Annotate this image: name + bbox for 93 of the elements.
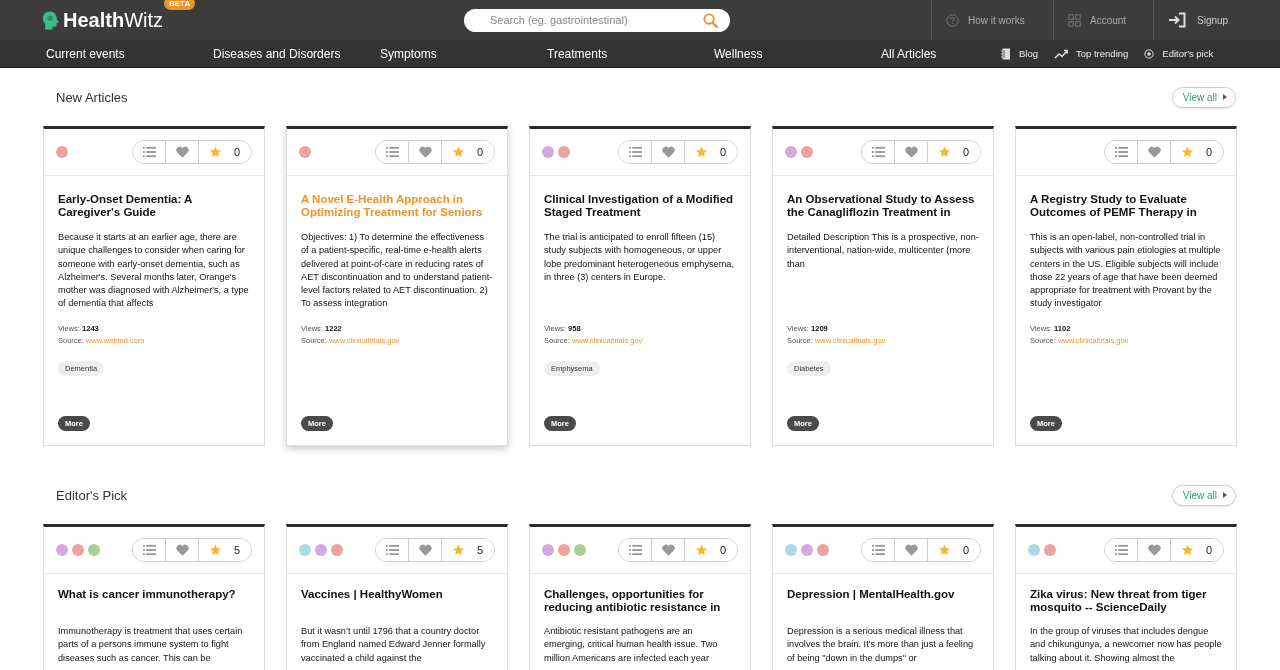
caret-icon [1223, 94, 1227, 100]
grid-icon [1068, 13, 1081, 27]
article-excerpt: Detailed Description This is a prospective, non-interventional, nation-wide, multicenter (more than [787, 231, 979, 271]
list-button[interactable] [133, 539, 166, 561]
list-icon [871, 146, 885, 158]
heart-icon [1147, 544, 1161, 556]
star-icon [209, 146, 222, 158]
article-card[interactable]: 5 What is cancer immunotherapy? Immunotherapy is treatment that uses certain parts of a persons immune system to fight diseases such as cancer. This can be [43, 524, 265, 670]
list-icon [1114, 544, 1128, 556]
article-excerpt: Depression is a serious medical illness that involves the brain. It's more than just a feeling of being "down in the dumps" or [787, 625, 975, 665]
star-icon [938, 146, 951, 158]
list-icon [1114, 146, 1128, 158]
list-icon [142, 544, 156, 556]
article-card[interactable]: 0 Zika virus: New threat from tiger mosquito -- ScienceDaily In the group of viruses that includes dengue and chikungunya, a newcomer now has people talking about it. Showing almost the [1015, 524, 1237, 670]
article-excerpt: This is an open-label, non-controlled trial in subjects with various pain etiologies at multiple centers in the US. Eligible subjects will include those 22 years of age that have been deemed appropriate for treatment with Provant by the study investigator [1030, 231, 1222, 311]
search-icon[interactable] [703, 12, 718, 28]
section-title: Editor's Pick [56, 487, 128, 503]
list-icon [385, 544, 399, 556]
article-title[interactable]: An Observational Study to Assess the Canagliflozin Treatment in [787, 193, 979, 225]
article-title[interactable]: Challenges, opportunities for reducing antibiotic resistance in [544, 588, 736, 619]
list-button[interactable] [133, 141, 166, 163]
article-excerpt: Immunotherapy is treatment that uses certain parts of a persons immune system to fight diseases such as cancer. This can be [58, 625, 244, 665]
article-excerpt: But it wasn’t until 1796 that a country doctor from England named Edward Jenner formally vaccinated a child against the [301, 625, 487, 665]
list-icon [628, 146, 642, 158]
nav-link[interactable]: Blog [1001, 47, 1038, 60]
nav-link[interactable]: Wellness [714, 46, 881, 61]
star-icon [695, 544, 708, 556]
nav-link[interactable]: Diseases and Disorders [213, 46, 380, 61]
list-icon [142, 146, 156, 158]
heart-icon [661, 146, 675, 158]
list-button[interactable] [619, 141, 652, 163]
article-title[interactable]: Zika virus: New threat from tiger mosquito -- ScienceDaily [1030, 588, 1222, 619]
article-excerpt: In the group of viruses that includes dengue and chikungunya, a newcomer now has people talking about it. Showing almost the [1030, 625, 1222, 665]
star-icon [938, 544, 951, 556]
article-excerpt: Because it starts at an earlier age, there are unique challenges to consider when caring for someone with early-onset dementia, such as Alzheimer's. Several months later, Orange's mother was diagnosed with Alzheimer's, a type of dementia that affects [58, 231, 250, 311]
article-card[interactable]: 5 Vaccines | HealthyWomen But it wasn’t until 1796 that a country doctor from England named Edward Jenner formally vaccinated a child against the [286, 524, 508, 670]
article-card[interactable] [43, 126, 265, 446]
star-icon [1181, 146, 1194, 158]
notebook-icon [1001, 47, 1011, 60]
nav-link[interactable]: Editor's pick [1144, 47, 1214, 60]
list-button[interactable] [1105, 539, 1138, 561]
article-card[interactable] [772, 126, 994, 446]
article-card[interactable]: 0 Challenges, opportunities for reducing antibiotic resistance in Antibiotic resistant pathogens are an emerging, critical human health issue. Two million Americans are infected each year [529, 524, 751, 670]
heart-icon [418, 544, 432, 556]
star-icon [695, 146, 708, 158]
article-card[interactable] [1015, 126, 1237, 446]
star-icon [452, 544, 465, 556]
list-button[interactable] [376, 539, 409, 561]
article-card[interactable] [529, 126, 751, 446]
list-icon [385, 146, 399, 158]
article-card[interactable]: 0 Depression | MentalHealth.gov Depression is a serious medical illness that involves the brain. It's more than just a feeling of being "down in the dumps" or [772, 524, 994, 670]
star-icon [1181, 544, 1194, 556]
heart-icon [661, 544, 675, 556]
list-button[interactable] [619, 539, 652, 561]
beta-badge: BETA [164, 0, 196, 10]
target-icon [1144, 47, 1155, 60]
article-title[interactable]: What is cancer immunotherapy? [58, 588, 250, 619]
nav-link[interactable]: Treatments [547, 46, 714, 61]
heart-icon [175, 146, 189, 158]
article-title[interactable]: Vaccines | HealthyWomen [301, 588, 493, 619]
logo-text[interactable]: HealthWitz [63, 8, 163, 32]
list-button[interactable] [1105, 141, 1138, 163]
list-button[interactable] [862, 141, 895, 163]
list-icon [628, 544, 642, 556]
heart-icon [1147, 146, 1161, 158]
article-title[interactable]: Depression | MentalHealth.gov [787, 588, 979, 619]
article-title[interactable]: Early-Onset Dementia: A Caregiver's Guide [58, 193, 250, 225]
article-card[interactable] [286, 126, 508, 446]
article-excerpt: Antibiotic resistant pathogens are an emerging, critical human health issue. Two million Americans are infected each year [544, 625, 719, 665]
head-profile-icon [42, 9, 60, 31]
article-title[interactable]: Clinical Investigation of a Modified Staged Treatment [544, 193, 736, 225]
list-button[interactable] [862, 539, 895, 561]
star-icon [209, 544, 222, 556]
article-excerpt: The trial is anticipated to enroll fifteen (15) study subjects with homogeneous, or upper lobe predominant heterogeneous emphysema, in three (3) centers in Europe. [544, 231, 735, 284]
sign-in-icon [1168, 12, 1188, 28]
heart-icon [418, 146, 432, 158]
list-button[interactable] [376, 141, 409, 163]
nav-link[interactable]: Symptoms [380, 46, 547, 61]
section-title: New Articles [56, 89, 128, 105]
article-excerpt: Objectives: 1) To determine the effectiveness of a patient-specific, real-time e-health alerts delivered at point-of-care in reducing rates of AET discontinuation and to understand patient-level factors related to AET discontinuation. 2) To assess integration [301, 231, 493, 311]
nav-link[interactable]: Current events [46, 46, 213, 61]
article-title[interactable]: A Registry Study to Evaluate Outcomes of PEMF Therapy in [1030, 193, 1222, 225]
heart-icon [175, 544, 189, 556]
trend-line-icon [1054, 48, 1068, 59]
nav-link[interactable]: Top trending [1054, 47, 1129, 60]
list-icon [871, 544, 885, 556]
help-icon [946, 13, 959, 27]
star-icon [452, 146, 465, 158]
heart-icon [904, 544, 918, 556]
nav-link[interactable]: All Articles [881, 46, 1001, 61]
search-field[interactable]: Search (eg. gastrointestinal) [464, 8, 730, 32]
caret-icon [1223, 492, 1227, 498]
heart-icon [904, 146, 918, 158]
